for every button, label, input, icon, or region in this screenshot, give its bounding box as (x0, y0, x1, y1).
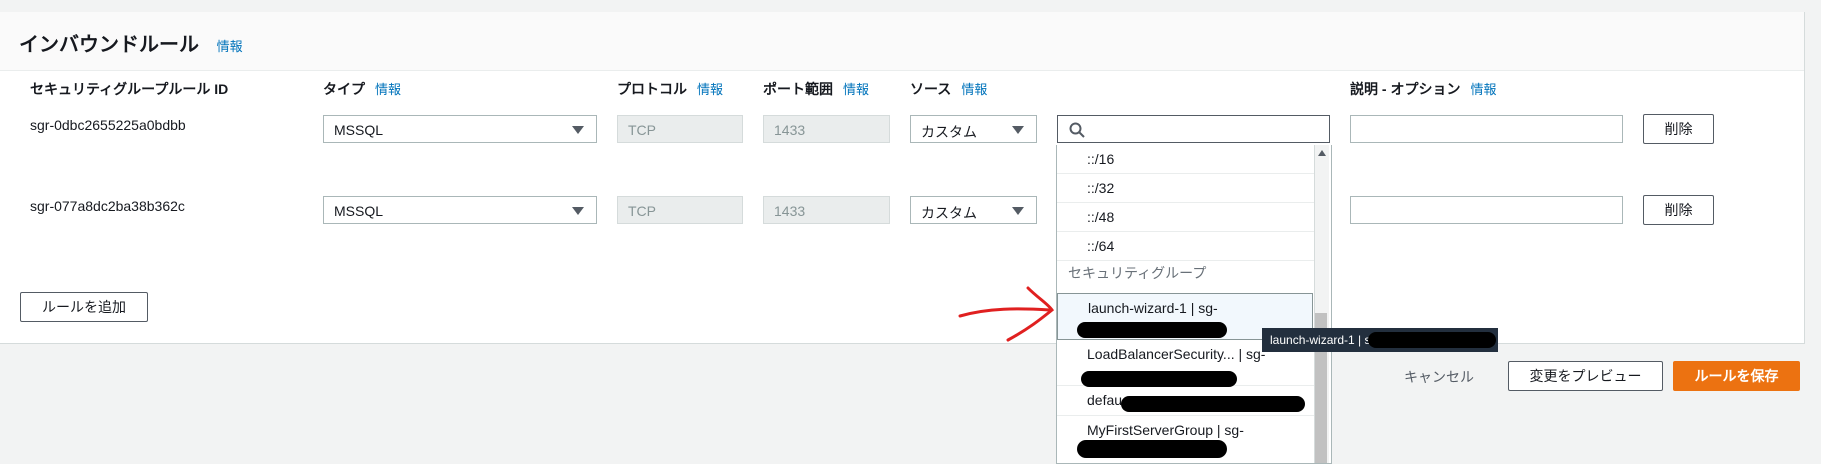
col-port-range: ポート範囲 情報 (763, 81, 870, 97)
description-input[interactable] (1350, 115, 1623, 143)
title-info-link[interactable]: 情報 (217, 39, 243, 54)
type-info-link[interactable]: 情報 (375, 82, 401, 97)
scroll-up-icon[interactable] (1318, 150, 1326, 156)
panel-title: インバウンドルール 情報 (19, 34, 243, 56)
redaction-mark (1077, 440, 1227, 458)
col-protocol: プロトコル 情報 (617, 81, 724, 97)
caret-down-icon (1012, 207, 1024, 215)
col-rule-id: セキュリティグループルール ID (30, 81, 229, 97)
rule-id: sgr-0dbc2655225a0bdbb (30, 117, 186, 133)
protocol-field: TCP (617, 115, 743, 143)
col-source: ソース 情報 (910, 81, 988, 97)
cancel-button[interactable]: キャンセル (1404, 367, 1474, 387)
source-search-input[interactable] (1057, 115, 1330, 143)
cidr-option[interactable]: ::/48 (1057, 203, 1314, 232)
port-range-field: 1433 (763, 196, 890, 224)
source-dropdown-list: ::/16 ::/32 ::/48 ::/64 セキュリティグループ launc… (1056, 145, 1332, 464)
annotation-arrow-icon (958, 286, 1055, 342)
redaction-mark (1121, 396, 1305, 412)
preview-changes-button[interactable]: 変更をプレビュー (1508, 361, 1663, 391)
description-info-link[interactable]: 情報 (1470, 82, 1496, 97)
redaction-mark (1077, 322, 1227, 338)
redaction-mark (1368, 332, 1496, 348)
caret-down-icon (1012, 126, 1024, 134)
search-icon (1069, 122, 1085, 138)
panel-header (0, 12, 1804, 71)
cidr-option[interactable]: ::/32 (1057, 174, 1314, 203)
protocol-field: TCP (617, 196, 743, 224)
source-select[interactable]: カスタム (910, 196, 1037, 224)
delete-button[interactable]: 削除 (1643, 195, 1714, 225)
delete-button[interactable]: 削除 (1643, 114, 1714, 144)
source-select[interactable]: カスタム (910, 115, 1037, 143)
type-select[interactable]: MSSQL (323, 115, 597, 143)
add-rule-button[interactable]: ルールを追加 (20, 292, 148, 322)
type-select[interactable]: MSSQL (323, 196, 597, 224)
caret-down-icon (572, 207, 584, 215)
group-label-security-group: セキュリティグループ (1068, 265, 1207, 281)
description-input[interactable] (1350, 196, 1623, 224)
port-range-field: 1433 (763, 115, 890, 143)
cidr-option[interactable]: ::/16 (1057, 145, 1314, 174)
port-info-link[interactable]: 情報 (843, 82, 869, 97)
redaction-mark (1081, 371, 1237, 387)
rule-id: sgr-077a8dc2ba38b362c (30, 198, 185, 214)
source-info-link[interactable]: 情報 (961, 82, 987, 97)
cidr-option[interactable]: ::/64 (1057, 232, 1314, 261)
col-type: タイプ 情報 (323, 81, 402, 97)
protocol-info-link[interactable]: 情報 (697, 82, 723, 97)
save-rules-button[interactable]: ルールを保存 (1673, 361, 1800, 391)
caret-down-icon (572, 126, 584, 134)
col-description: 説明 - オプション 情報 (1350, 81, 1497, 97)
